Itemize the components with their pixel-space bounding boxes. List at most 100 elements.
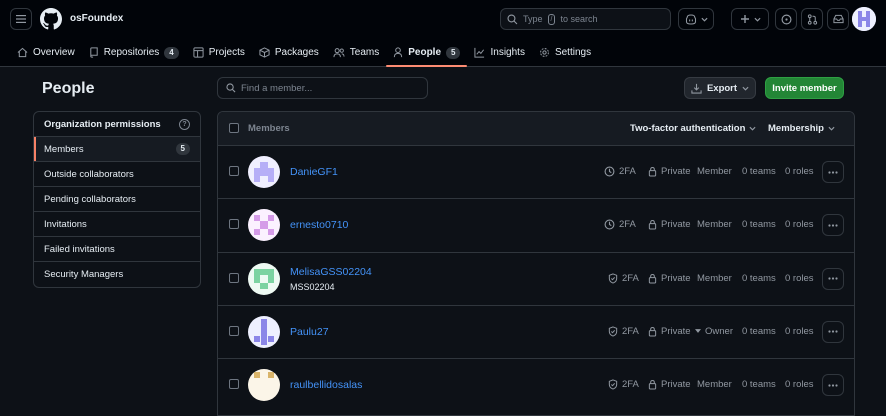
membership-filter[interactable]: Membership bbox=[768, 123, 835, 134]
member-username-link[interactable]: DanieGF1 bbox=[290, 166, 338, 178]
help-icon[interactable]: ? bbox=[179, 118, 190, 130]
shield-check-icon bbox=[608, 272, 618, 284]
member-teams[interactable]: 0 teams bbox=[742, 379, 776, 390]
table-row: ernesto0710 2FA Private Member 0 teams 0… bbox=[218, 199, 854, 253]
issues-button[interactable] bbox=[775, 8, 797, 30]
two-factor-filter-label: Two-factor authentication bbox=[630, 123, 746, 134]
tab-people[interactable]: People 5 bbox=[386, 38, 468, 67]
member-roles[interactable]: 0 roles bbox=[785, 166, 814, 177]
member-username-link[interactable]: Paulu27 bbox=[290, 326, 329, 338]
sidebar-item-outside-collaborators[interactable]: Outside collaborators bbox=[34, 162, 200, 187]
member-teams[interactable]: 0 teams bbox=[742, 273, 776, 284]
pull-request-icon bbox=[807, 13, 817, 25]
hamburger-icon bbox=[16, 15, 26, 23]
chevron-down-icon bbox=[742, 86, 749, 91]
caret-down-icon bbox=[694, 329, 701, 334]
people-count: 5 bbox=[446, 46, 461, 59]
row-checkbox[interactable] bbox=[229, 166, 239, 176]
row-checkbox[interactable] bbox=[229, 379, 239, 390]
avatar[interactable] bbox=[248, 262, 280, 295]
sidebar-item-label: Members bbox=[44, 143, 84, 155]
sidebar-item-label: Outside collaborators bbox=[44, 168, 134, 180]
sidebar-item-label: Invitations bbox=[44, 218, 87, 230]
two-factor-filter[interactable]: Two-factor authentication bbox=[630, 123, 756, 134]
row-actions-button[interactable] bbox=[822, 320, 844, 343]
pull-requests-button[interactable] bbox=[801, 8, 823, 30]
member-username-link[interactable]: raulbellidosalas bbox=[290, 379, 362, 391]
copilot-icon bbox=[685, 13, 696, 25]
row-actions-button[interactable] bbox=[822, 214, 844, 237]
member-roles[interactable]: 0 roles bbox=[785, 219, 814, 230]
visibility-label: Private bbox=[661, 325, 691, 337]
chevron-down-icon bbox=[749, 126, 756, 131]
tab-label: Settings bbox=[554, 47, 592, 58]
visibility-status: Private bbox=[648, 379, 691, 390]
member-username-link[interactable]: MelisaGSS02204 bbox=[290, 266, 372, 278]
row-checkbox[interactable] bbox=[229, 325, 239, 336]
github-logo-icon[interactable] bbox=[40, 8, 62, 30]
inbox-button[interactable] bbox=[827, 8, 849, 30]
sidebar-heading-label: Organization permissions bbox=[44, 118, 161, 130]
member-username-link[interactable]: ernesto0710 bbox=[290, 219, 348, 231]
lock-icon bbox=[648, 273, 657, 284]
find-member-field[interactable] bbox=[217, 77, 428, 99]
avatar[interactable] bbox=[248, 209, 280, 242]
graph-icon bbox=[474, 47, 485, 58]
tab-teams[interactable]: Teams bbox=[326, 38, 386, 67]
member-roles[interactable]: 0 roles bbox=[785, 379, 814, 390]
member-teams[interactable]: 0 teams bbox=[742, 326, 776, 337]
sidebar-item-pending-collaborators[interactable]: Pending collaborators bbox=[34, 187, 200, 212]
visibility-dropdown[interactable]: Private bbox=[648, 326, 701, 337]
tab-insights[interactable]: Insights bbox=[467, 38, 531, 67]
tab-label: Insights bbox=[490, 47, 525, 58]
row-checkbox[interactable] bbox=[229, 219, 239, 230]
tab-packages[interactable]: Packages bbox=[252, 38, 326, 67]
clock-icon bbox=[604, 219, 615, 230]
user-avatar[interactable] bbox=[852, 7, 876, 31]
table-header: Members Two-factor authentication Member… bbox=[218, 112, 854, 146]
sidebar-item-failed-invitations[interactable]: Failed invitations bbox=[34, 237, 200, 262]
tab-repositories[interactable]: Repositories 4 bbox=[82, 38, 186, 67]
tab-projects[interactable]: Projects bbox=[186, 38, 252, 67]
avatar[interactable] bbox=[248, 156, 280, 188]
inbox-icon bbox=[832, 14, 844, 24]
avatar[interactable] bbox=[248, 315, 280, 348]
copilot-button[interactable] bbox=[678, 8, 714, 30]
member-roles[interactable]: 0 roles bbox=[785, 326, 814, 337]
global-search-input[interactable]: Type / to search bbox=[500, 8, 671, 30]
avatar[interactable] bbox=[248, 369, 280, 402]
row-checkbox[interactable] bbox=[229, 272, 239, 283]
sidebar-item-security-managers[interactable]: Security Managers bbox=[34, 262, 200, 287]
row-actions-button[interactable] bbox=[822, 267, 844, 290]
export-button[interactable]: Export bbox=[684, 77, 756, 99]
table-row: DanieGF1 2FA Private Member 0 teams 0 ro… bbox=[218, 146, 854, 200]
row-actions-button[interactable] bbox=[822, 374, 844, 397]
org-nav: Overview Repositories 4 Projects Package… bbox=[10, 38, 598, 67]
member-teams[interactable]: 0 teams bbox=[742, 219, 776, 230]
lock-icon bbox=[648, 220, 657, 230]
page-title: People bbox=[42, 80, 95, 97]
table-row: raulbellidosalas 2FA Private Member 0 te… bbox=[218, 359, 854, 412]
invite-member-button[interactable]: Invite member bbox=[765, 77, 844, 99]
row-actions-button[interactable] bbox=[822, 161, 844, 183]
member-roles[interactable]: 0 roles bbox=[785, 273, 814, 284]
org-name-link[interactable]: osFoundex bbox=[70, 13, 123, 24]
kebab-horizontal-icon bbox=[828, 330, 838, 333]
find-member-input[interactable] bbox=[241, 82, 421, 94]
twofa-label: 2FA bbox=[622, 379, 639, 391]
sidebar-item-members[interactable]: Members 5 bbox=[34, 137, 200, 162]
select-all-checkbox[interactable] bbox=[229, 123, 239, 133]
avatar-identicon-icon bbox=[248, 209, 280, 242]
tab-label: Packages bbox=[274, 47, 319, 58]
clock-icon bbox=[604, 166, 615, 177]
menu-button[interactable] bbox=[10, 8, 32, 30]
search-icon bbox=[226, 83, 236, 93]
member-teams[interactable]: 0 teams bbox=[742, 166, 776, 177]
search-suffix-text: to search bbox=[560, 14, 598, 24]
tab-settings[interactable]: Settings bbox=[532, 38, 598, 67]
tab-overview[interactable]: Overview bbox=[10, 38, 82, 67]
create-new-button[interactable] bbox=[731, 8, 769, 30]
export-label: Export bbox=[706, 82, 738, 94]
visibility-label: Private bbox=[661, 166, 691, 177]
sidebar-item-invitations[interactable]: Invitations bbox=[34, 212, 200, 237]
